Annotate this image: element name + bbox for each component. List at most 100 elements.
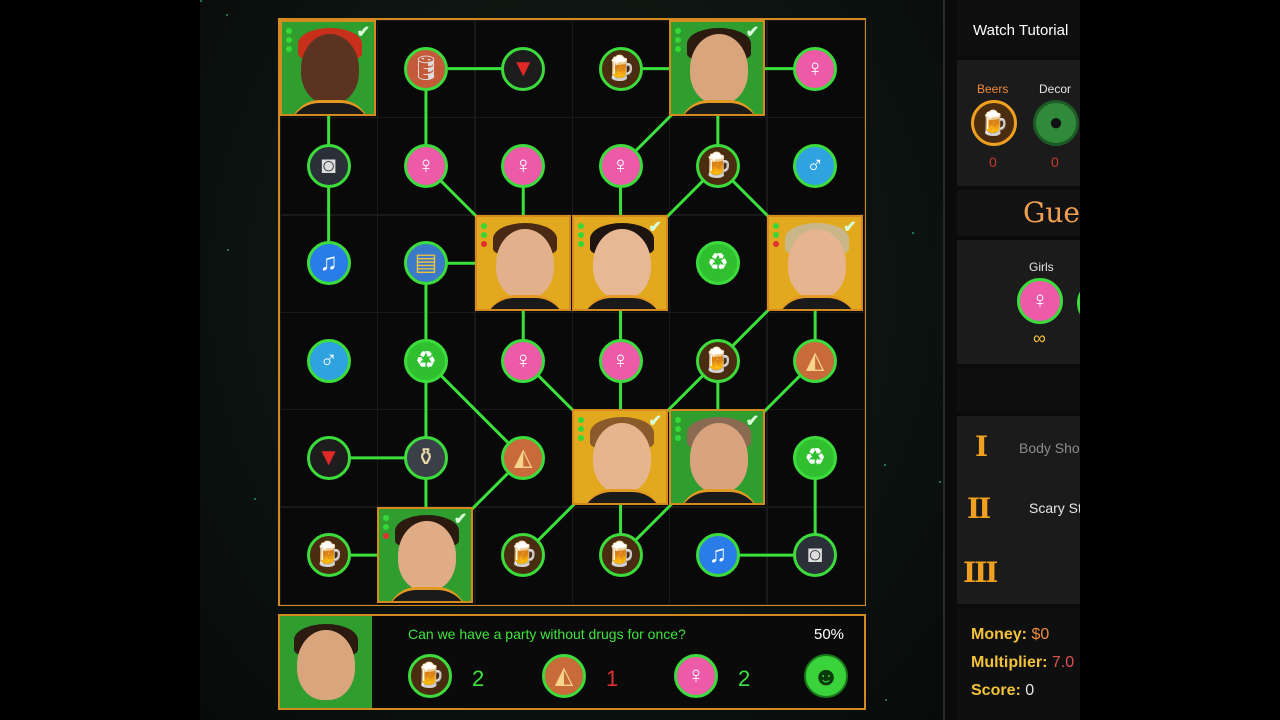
tier-2-label[interactable]: Scary St [1029,500,1080,516]
guest-face [398,520,457,591]
guest-request-panel: Can we have a party without drugs for on… [278,614,866,710]
status-dot [772,231,779,238]
female-icon[interactable]: ♀ [403,143,448,188]
female-icon[interactable]: ♀ [1017,278,1063,324]
female-icon[interactable]: ♀ [598,338,643,383]
status-dot [480,222,487,229]
star [254,498,256,500]
guest-portrait[interactable]: ✔ [669,20,766,116]
status-dot [383,532,390,539]
status-dot [480,240,487,247]
male-icon[interactable]: ♂ [306,338,351,383]
tab-beers-label[interactable]: Beers [977,82,1008,96]
tier-2-numeral: II [967,492,991,525]
beer-icon[interactable]: 🍺 [971,100,1017,146]
speaker-icon[interactable]: ◙ [306,143,351,188]
star [885,699,887,701]
male-icon[interactable]: ♂ [793,143,838,188]
guests-title: Gues [1023,196,1080,229]
status-dot [577,240,584,247]
tutorial-bar: Watch Tutorial [957,0,1080,56]
guest-status-dots [286,28,294,55]
guest-status-dots [577,222,586,250]
status-dot [675,435,682,442]
liquor-bottles-icon[interactable]: ⚱ [403,435,448,480]
pizza-icon[interactable]: ◭ [793,338,838,383]
star [200,0,202,2]
female-icon[interactable]: ♀ [501,338,546,383]
cereal-box-icon[interactable]: ▤ [403,241,448,286]
checkmark-icon: ✔ [356,24,370,41]
guest-types: Girls ♀ ∞ ♂ [957,240,1080,364]
multiplier-label: Multiplier: [971,654,1048,671]
guest-shirt [679,100,760,114]
music-note-icon[interactable]: ♫ [306,241,351,286]
beer-icon[interactable]: 🍺 [695,143,740,188]
star [939,481,941,483]
happy-face-icon: ☻ [804,654,848,698]
guest-face [297,630,355,700]
happiness-percent: 50% [814,626,845,643]
checkmark-icon: ✔ [745,413,760,431]
music-note-icon[interactable]: ♫ [695,533,740,578]
guest-shirt [387,586,468,601]
guest-portrait[interactable]: ✔ [280,20,376,116]
recycle-icon[interactable]: ♻ [403,338,448,383]
guest-face [592,228,651,299]
beer-icon[interactable]: 🍺 [598,46,643,91]
female-icon[interactable]: ♀ [598,143,643,188]
status-dot [383,514,390,521]
beer-icon[interactable]: 🍺 [695,338,740,383]
beer-icon[interactable]: 🍺 [598,533,643,578]
score-value: 0 [1025,682,1035,699]
female-icon[interactable]: ♀ [793,46,838,91]
pizza-icon: ◭ [542,654,586,698]
girls-label: Girls [1029,260,1054,274]
speaker-icon[interactable]: ◙ [793,533,838,578]
guest-face [592,423,651,494]
guest-portrait[interactable]: ✔ [571,409,668,506]
guest-portrait[interactable]: ✔ [669,409,766,506]
need-count: 1 [606,666,619,691]
tier-3-numeral: III [963,556,998,589]
checkmark-icon: ✔ [648,218,662,236]
guest-portrait[interactable]: ✔ [571,214,668,311]
star [226,14,228,16]
status-dot [772,240,779,247]
tier-list: I Body Sho II Scary St III [957,416,1080,604]
keg-icon[interactable]: 🛢 [403,46,448,91]
pizza-icon[interactable]: ◭ [501,435,546,480]
star [884,464,886,466]
checkmark-icon: ✔ [843,218,857,236]
guest-status-dots [480,222,489,250]
guest-shirt [484,294,565,309]
guest-portrait[interactable]: ✔ [766,214,863,311]
beer-icon[interactable]: 🍺 [306,533,351,578]
tab-beers-count: 0 [989,154,997,170]
star [912,232,914,234]
tier-1-label[interactable]: Body Sho [1019,440,1080,456]
recycle-icon[interactable]: ♻ [793,435,838,480]
male-icon[interactable]: ♂ [1077,280,1080,326]
female-icon[interactable]: ♀ [501,143,546,188]
status-dot [286,37,292,43]
multiplier-stat: Multiplier: 7.0 [971,654,1074,672]
selected-guest-portrait[interactable] [280,616,372,708]
watch-tutorial-button[interactable]: Watch Tutorial [973,22,1068,39]
need-count: 2 [738,666,751,691]
guests-header: Gues [957,190,1080,236]
tab-decor-label[interactable]: Decor [1039,82,1071,96]
red-cup-icon[interactable]: ▼ [306,435,351,480]
red-cup-icon[interactable]: ▼ [501,46,546,91]
balloons-icon[interactable]: ● [1033,100,1079,146]
stats-box: Money: $0 Multiplier: 7.0 Score: 0 [957,608,1080,720]
guest-portrait[interactable] [474,214,571,311]
guest-portrait[interactable]: ✔ [377,506,474,603]
guest-face [301,34,359,104]
guest-shirt [776,294,857,309]
checkmark-icon: ✔ [745,24,760,41]
status-dot [675,46,682,52]
recycle-icon[interactable]: ♻ [695,241,740,286]
status-dot [286,28,292,34]
guest-face [495,228,554,299]
